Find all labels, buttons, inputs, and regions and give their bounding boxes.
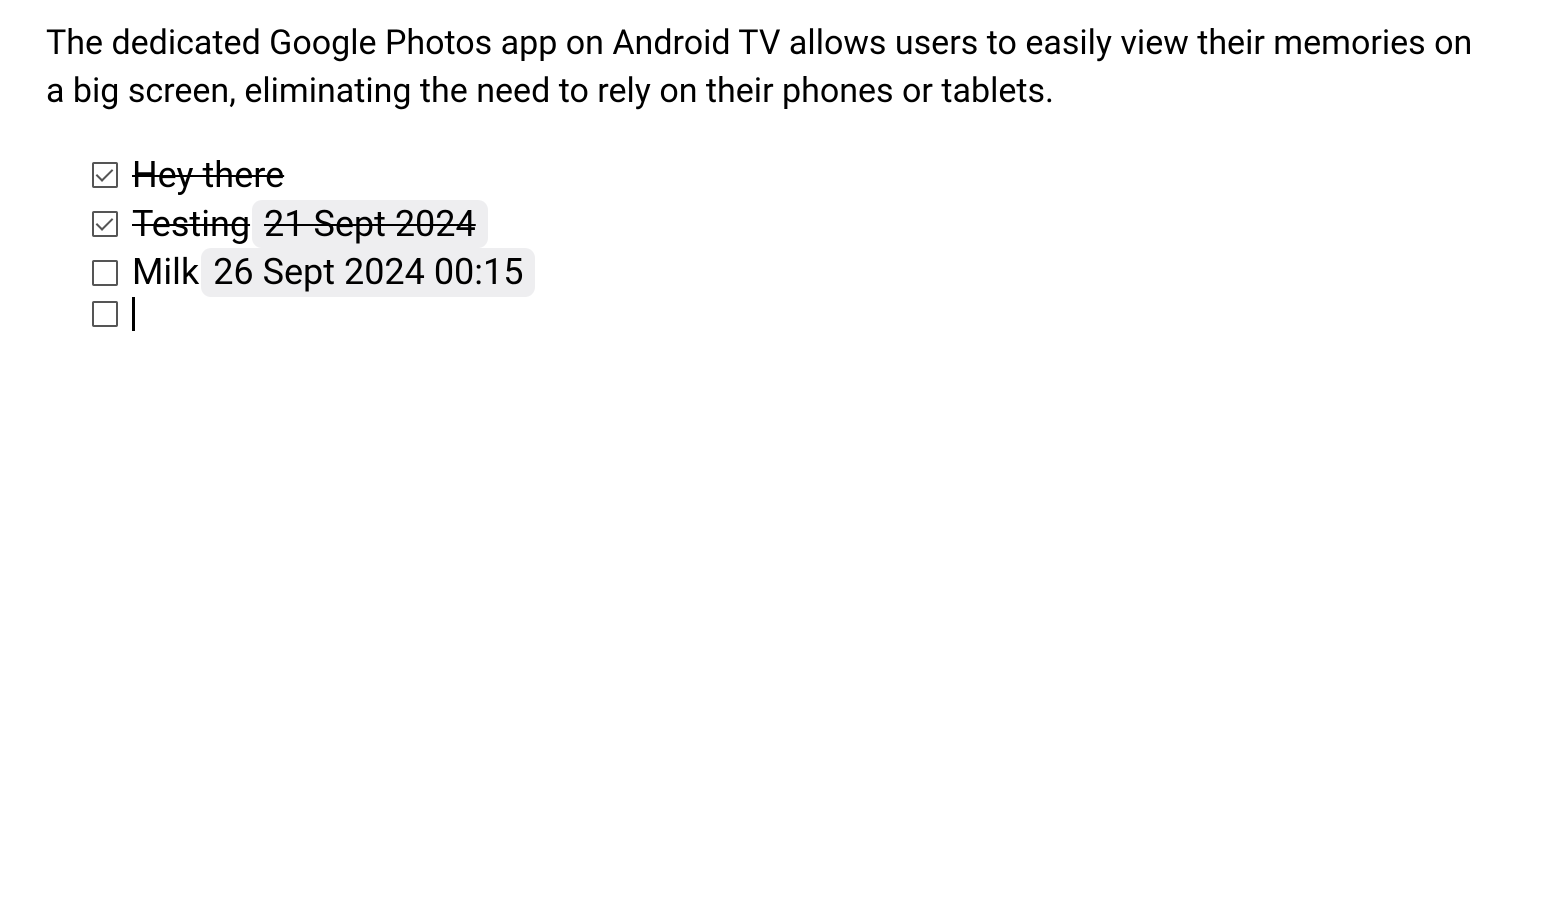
checkbox-checked-icon[interactable]	[92, 162, 118, 188]
checkbox-unchecked-icon[interactable]	[92, 260, 118, 286]
checkbox-unchecked-icon[interactable]	[92, 301, 118, 327]
paragraph-text[interactable]: The dedicated Google Photos app on Andro…	[46, 20, 1498, 115]
text-cursor-icon	[132, 297, 135, 331]
todo-item[interactable]: Hey there	[92, 151, 1498, 200]
todo-content[interactable]: Testing 21 Sept 2024	[132, 200, 488, 249]
date-chip[interactable]: 21 Sept 2024	[252, 200, 488, 249]
todo-text[interactable]: Hey there	[132, 151, 284, 200]
date-chip[interactable]: 26 Sept 2024 00:15	[201, 248, 535, 297]
todo-item[interactable]: Milk 26 Sept 2024 00:15	[92, 248, 1498, 297]
todo-content[interactable]	[132, 297, 135, 331]
todo-text[interactable]: Milk	[132, 248, 199, 297]
todo-item[interactable]: Testing 21 Sept 2024	[92, 200, 1498, 249]
todo-content[interactable]: Hey there	[132, 151, 284, 200]
todo-list: Hey there Testing 21 Sept 2024 Milk 26 S…	[46, 151, 1498, 331]
todo-content[interactable]: Milk 26 Sept 2024 00:15	[132, 248, 535, 297]
todo-item[interactable]	[92, 297, 1498, 331]
checkbox-checked-icon[interactable]	[92, 211, 118, 237]
todo-text[interactable]: Testing	[132, 200, 250, 249]
